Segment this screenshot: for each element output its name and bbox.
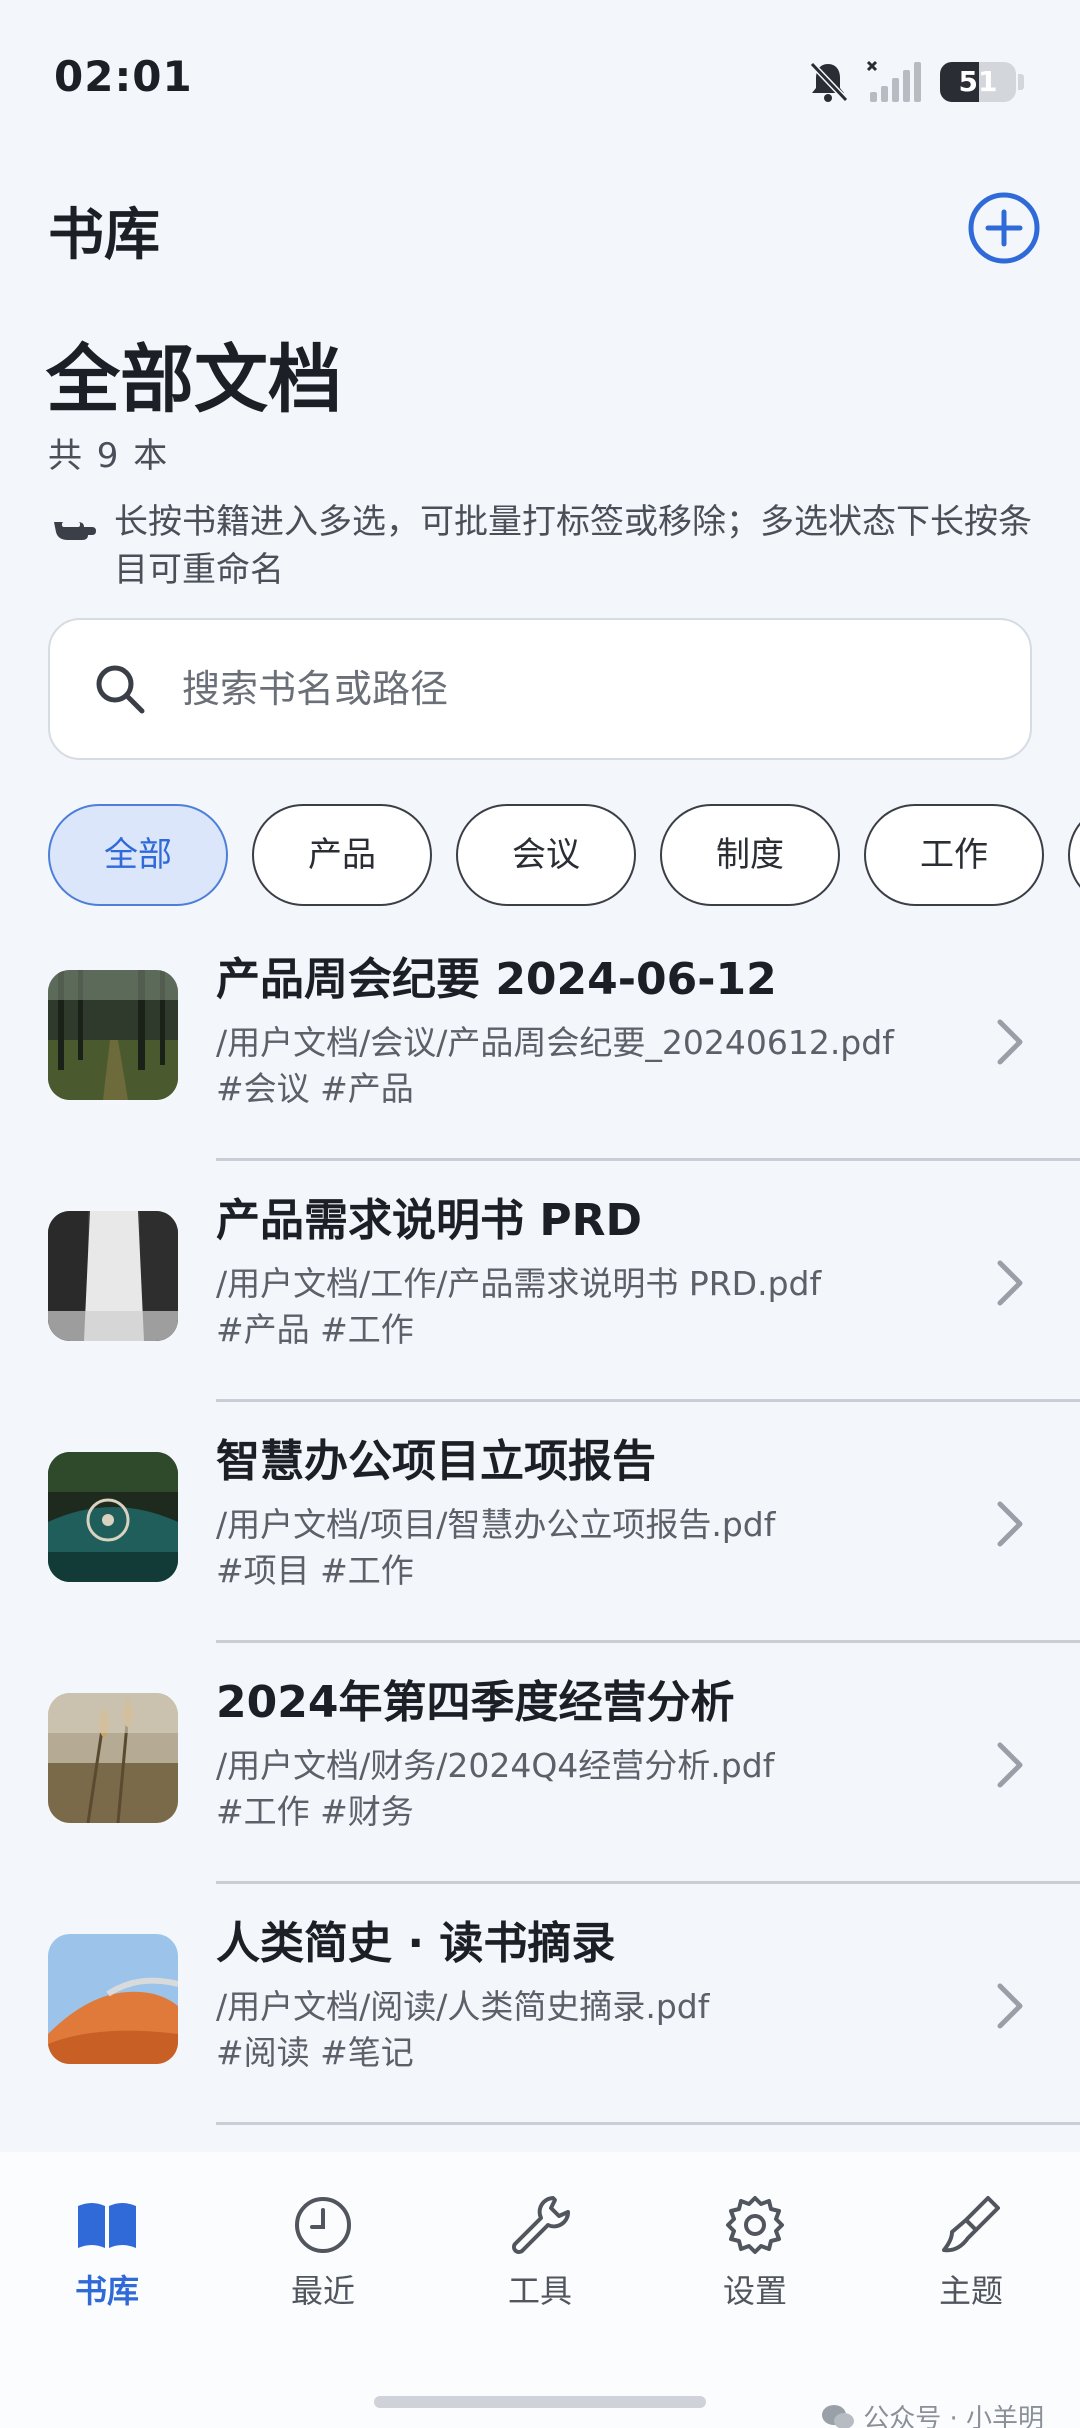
row-divider: [216, 2122, 1080, 2125]
book-row[interactable]: 智慧办公项目立项报告 /用户文档/项目/智慧办公立项报告.pdf #项目 #工作: [0, 1402, 1080, 1643]
waterfall-thumbnail: [48, 1211, 178, 1341]
book-tags: #会议 #产品: [216, 1069, 414, 1108]
gear-icon: [726, 2196, 784, 2254]
page-title: 全部文档: [46, 337, 342, 423]
book-info: 产品需求说明书 PRD /用户文档/工作/产品需求说明书 PRD.pdf #产品…: [216, 1189, 976, 1353]
filter-chip-more[interactable]: [1068, 804, 1080, 906]
watermark-text: 公众号 · 小羊明: [863, 2404, 1044, 2428]
book-thumbnail: [48, 1452, 178, 1582]
book-row[interactable]: 产品周会纪要 2024-06-12 /用户文档/会议/产品周会纪要_202406…: [0, 920, 1080, 1161]
tag-filter-bar: 全部 产品 会议 制度 工作: [48, 804, 1080, 908]
home-indicator[interactable]: [374, 2396, 706, 2408]
battery-icon: 51: [940, 62, 1016, 102]
signal-off-icon: [866, 60, 921, 102]
car-thumbnail: [48, 1452, 178, 1582]
nav-label-theme: 主题: [938, 2272, 1003, 2310]
wrench-icon: [512, 2196, 571, 2254]
book-title: 产品周会纪要 2024-06-12: [216, 954, 777, 1005]
book-thumbnail: [48, 1934, 178, 2064]
chevron-right-icon: [997, 1019, 1023, 1065]
search-input[interactable]: [182, 667, 982, 711]
filter-chip-product[interactable]: 产品: [252, 804, 432, 906]
filter-chip-policy[interactable]: 制度: [660, 804, 840, 906]
book-info: 2024年第四季度经营分析 /用户文档/财务/2024Q4经营分析.pdf #工…: [216, 1671, 976, 1835]
book-path: /用户文档/工作/产品需求说明书 PRD.pdf: [216, 1264, 822, 1303]
app-title: 书库: [48, 203, 160, 268]
nav-label-settings: 设置: [722, 2272, 787, 2310]
book-thumbnail: [48, 1693, 178, 1823]
chevron-right-icon: [997, 1260, 1023, 1306]
book-title: 2024年第四季度经营分析: [216, 1677, 735, 1728]
plus-circle-icon: [968, 192, 1040, 264]
search-box[interactable]: [48, 618, 1032, 760]
book-thumbnail: [48, 1211, 178, 1341]
book-info: 人类简史 · 读书摘录 /用户文档/阅读/人类简史摘录.pdf #阅读 #笔记: [216, 1912, 976, 2076]
book-tags: #阅读 #笔记: [216, 2033, 414, 2072]
forest-thumbnail: [48, 970, 178, 1100]
hint-text: 长按书籍进入多选，可批量打标签或移除；多选状态下长按条目可重命名: [114, 502, 1032, 590]
paint-brush-icon: [942, 2196, 1000, 2253]
nav-label-tools: 工具: [507, 2272, 572, 2310]
chevron-right-icon: [997, 1983, 1023, 2029]
library-screen: 02:01 51 书库 全部文档 共 9 本 长按书籍进入多选，可批量打标签或移…: [0, 0, 1080, 2428]
filter-chip-work[interactable]: 工作: [864, 804, 1044, 906]
book-info: 智慧办公项目立项报告 /用户文档/项目/智慧办公立项报告.pdf #项目 #工作: [216, 1430, 976, 1594]
book-title: 智慧办公项目立项报告: [216, 1436, 656, 1487]
book-count: 共 9 本: [48, 436, 170, 476]
chevron-right-icon: [997, 1742, 1023, 1788]
book-path: /用户文档/项目/智慧办公立项报告.pdf: [216, 1505, 776, 1544]
book-title: 人类简史 · 读书摘录: [216, 1918, 616, 1969]
wechat-icon: [822, 2404, 855, 2428]
book-thumbnail: [48, 970, 178, 1100]
filter-chip-all[interactable]: 全部: [48, 804, 228, 906]
status-bar: 02:01 51: [0, 0, 1080, 160]
hand-pointer-icon: [54, 522, 96, 540]
bell-muted-icon: [809, 61, 848, 103]
nav-item-theme[interactable]: 主题: [896, 2192, 1046, 2312]
chevron-right-icon: [997, 1501, 1023, 1547]
book-tags: #产品 #工作: [216, 1310, 414, 1349]
book-row[interactable]: 人类简史 · 读书摘录 /用户文档/阅读/人类简史摘录.pdf #阅读 #笔记: [0, 1884, 1080, 2125]
multiselect-hint: 长按书籍进入多选，可批量打标签或移除；多选状态下长按条目可重命名: [48, 498, 1038, 594]
wheat-thumbnail: [48, 1693, 178, 1823]
book-tags: #项目 #工作: [216, 1551, 414, 1590]
battery-cap: [1018, 74, 1024, 90]
book-open-icon: [78, 2203, 136, 2248]
nav-item-recent[interactable]: 最近: [248, 2192, 398, 2312]
search-icon: [96, 665, 145, 714]
nav-item-tools[interactable]: 工具: [465, 2192, 615, 2312]
status-time: 02:01: [54, 52, 193, 101]
book-info: 产品周会纪要 2024-06-12 /用户文档/会议/产品周会纪要_202406…: [216, 948, 976, 1112]
battery-level: 51: [958, 65, 998, 98]
nav-item-settings[interactable]: 设置: [680, 2192, 830, 2312]
book-list: 产品周会纪要 2024-06-12 /用户文档/会议/产品周会纪要_202406…: [0, 920, 1080, 2125]
nav-label-library: 书库: [74, 2272, 139, 2310]
status-icons: 51: [808, 60, 1024, 104]
nav-label-recent: 最近: [290, 2272, 355, 2310]
nav-item-library[interactable]: 书库: [32, 2192, 182, 2312]
book-row[interactable]: 2024年第四季度经营分析 /用户文档/财务/2024Q4经营分析.pdf #工…: [0, 1643, 1080, 1884]
dune-thumbnail: [48, 1934, 178, 2064]
book-row[interactable]: 产品需求说明书 PRD /用户文档/工作/产品需求说明书 PRD.pdf #产品…: [0, 1161, 1080, 1402]
book-tags: #工作 #财务: [216, 1792, 414, 1831]
book-path: /用户文档/阅读/人类简史摘录.pdf: [216, 1987, 710, 2026]
add-book-button[interactable]: [964, 188, 1044, 268]
book-title: 产品需求说明书 PRD: [216, 1195, 642, 1246]
filter-chip-meeting[interactable]: 会议: [456, 804, 636, 906]
watermark: 公众号 · 小羊明: [821, 2398, 1044, 2428]
clock-icon: [295, 2197, 351, 2253]
book-path: /用户文档/会议/产品周会纪要_20240612.pdf: [216, 1023, 894, 1062]
book-path: /用户文档/财务/2024Q4经营分析.pdf: [216, 1746, 775, 1785]
bottom-nav: 书库 最近 工具 设置 主题: [0, 2152, 1080, 2428]
